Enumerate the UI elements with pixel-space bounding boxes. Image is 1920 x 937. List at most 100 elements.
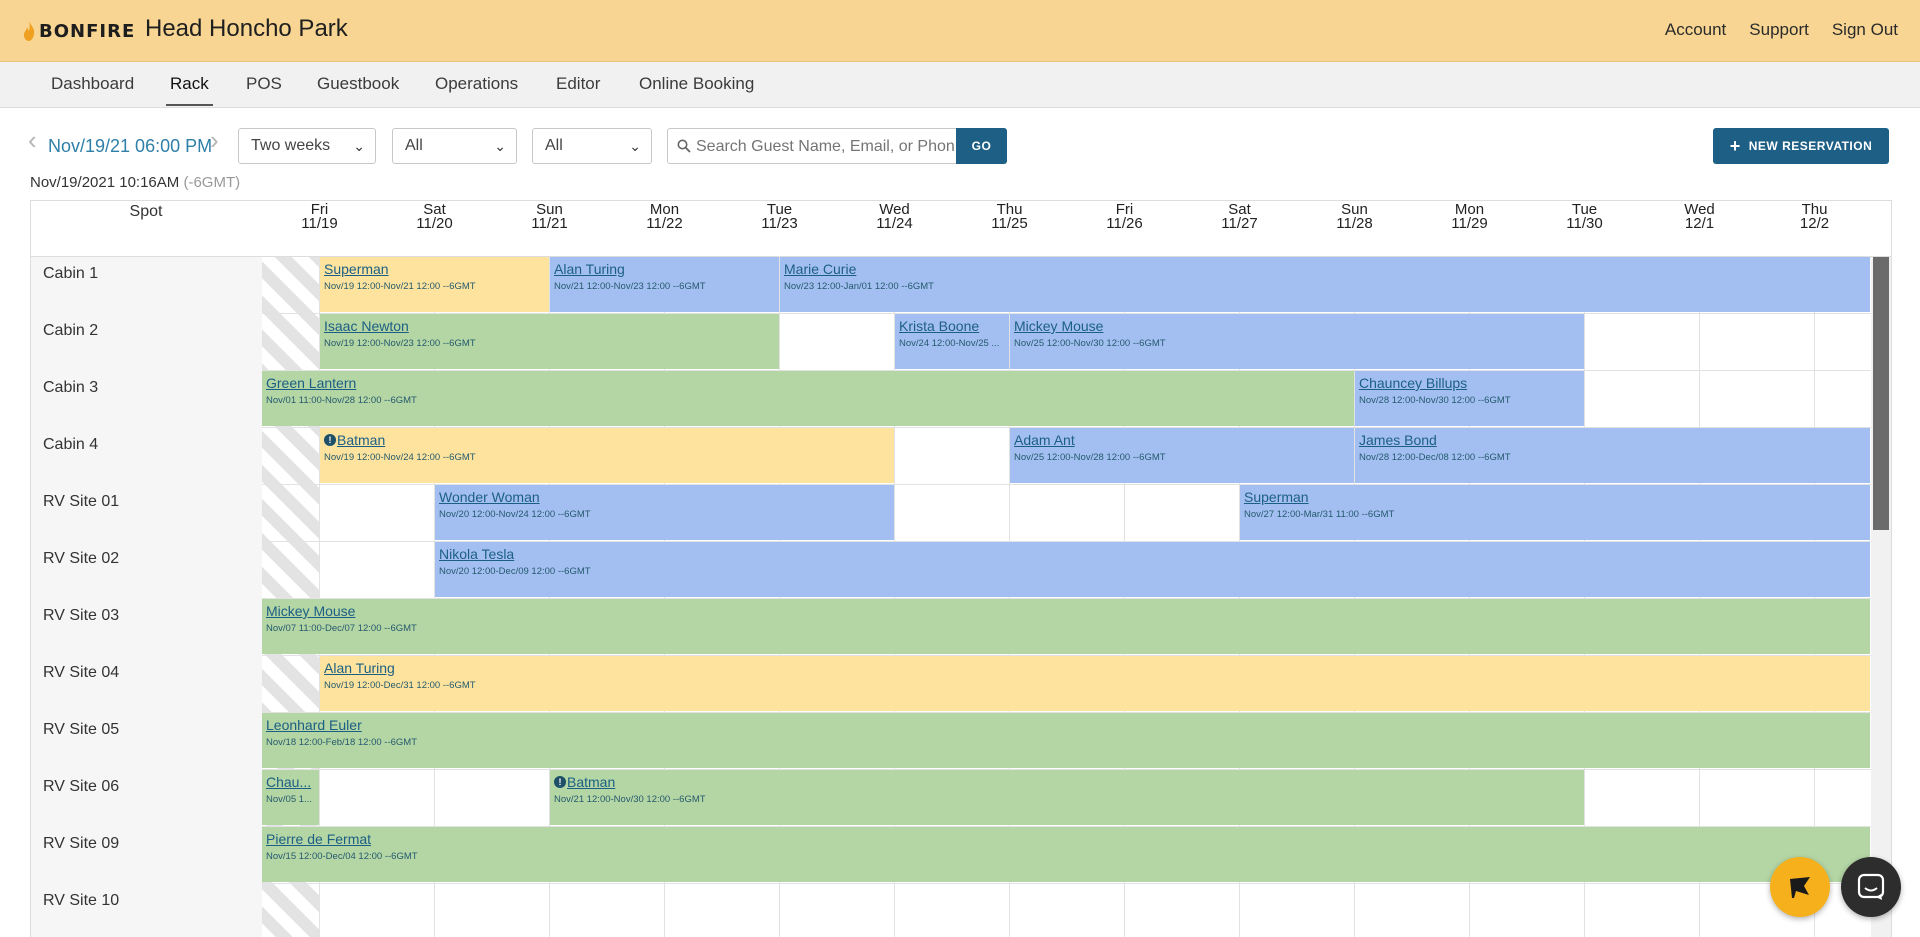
reservation-block[interactable]: Mickey Mouse Nov/25 12:00-Nov/30 12:00 --… — [1010, 314, 1584, 369]
current-time: Nov/19/2021 10:16AM (-6GMT) — [30, 174, 240, 191]
reservation-guest-name[interactable]: Leonhard Euler — [266, 717, 1866, 733]
chat-button[interactable] — [1841, 857, 1901, 917]
reservation-block[interactable]: Isaac Newton Nov/19 12:00-Nov/23 12:00 --… — [320, 314, 779, 369]
reservation-block[interactable]: Green Lantern Nov/01 11:00-Nov/28 12:00 -… — [262, 371, 1354, 426]
range-select-value: Two weeks — [251, 137, 331, 154]
chevron-down-icon: ⌄ — [353, 138, 365, 154]
spot-label[interactable]: Cabin 4 — [43, 436, 98, 454]
reservation-guest-name[interactable]: Isaac Newton — [324, 318, 775, 334]
reservation-dates: Nov/20 12:00-Nov/24 12:00 --6GMT — [439, 509, 591, 520]
reservation-block[interactable]: Mickey Mouse Nov/07 11:00-Dec/07 12:00 --… — [262, 599, 1870, 654]
spot-column: Cabin 1 Cabin 2 Cabin 3 Cabin 4 RV Site 01 RV… — [31, 257, 262, 937]
reservation-block[interactable]: Adam Ant Nov/25 12:00-Nov/28 12:00 --6GMT — [1010, 428, 1354, 483]
reservation-guest-name[interactable]: Chau... — [266, 774, 315, 790]
reservation-guest-name[interactable]: Nikola Tesla — [439, 546, 1866, 562]
tab-dashboard[interactable]: Dashboard — [51, 74, 134, 94]
guest-name-text: Mickey Mouse — [266, 603, 356, 619]
tab-editor[interactable]: Editor — [556, 74, 600, 94]
filter-select-1[interactable]: All ⌄ — [392, 128, 517, 164]
reservation-guest-name[interactable]: Marie Curie — [784, 261, 1866, 277]
bonfire-logo[interactable]: BONFIRE — [22, 18, 135, 44]
spot-label[interactable]: Cabin 1 — [43, 265, 98, 283]
spot-label[interactable]: RV Site 03 — [43, 607, 119, 625]
feedback-flag-button[interactable] — [1770, 857, 1830, 917]
reservation-guest-name[interactable]: Alan Turing — [324, 660, 1866, 676]
reservation-dates: Nov/25 12:00-Nov/28 12:00 --6GMT — [1014, 452, 1166, 463]
tab-operations[interactable]: Operations — [435, 74, 518, 94]
guest-name-text: Chau... — [266, 774, 312, 790]
search-input[interactable] — [694, 135, 956, 159]
spot-label[interactable]: RV Site 01 — [43, 493, 119, 511]
spot-label[interactable]: RV Site 09 — [43, 835, 119, 853]
current-time-value: Nov/19/2021 10:16AM — [30, 174, 180, 191]
sign-out-link[interactable]: Sign Out — [1832, 20, 1898, 40]
reservation-block[interactable]: Superman Nov/27 12:00-Mar/31 11:00 --6GMT — [1240, 485, 1870, 540]
reservation-dates: Nov/07 11:00-Dec/07 12:00 --6GMT — [266, 623, 417, 634]
park-title: Head Honcho Park — [145, 15, 348, 42]
tab-pos[interactable]: POS — [246, 74, 282, 94]
reservation-guest-name[interactable]: Chauncey Billups — [1359, 375, 1580, 391]
spot-label[interactable]: Cabin 2 — [43, 322, 98, 340]
reservation-guest-name[interactable]: Mickey Mouse — [266, 603, 1866, 619]
reservation-block[interactable]: Superman Nov/19 12:00-Nov/21 12:00 --6GMT — [320, 257, 549, 312]
reservation-block[interactable]: ! Batman Nov/21 12:00-Nov/30 12:00 --6GMT — [550, 770, 1584, 825]
spot-column-header: Spot — [129, 203, 163, 220]
day-header: Sat 11/27 — [1182, 202, 1297, 231]
reservation-guest-name[interactable]: Mickey Mouse — [1014, 318, 1580, 334]
day-header: Sat 11/20 — [377, 202, 492, 231]
reservation-block[interactable]: ! Batman Nov/19 12:00-Nov/24 12:00 --6GMT — [320, 428, 894, 483]
spot-label[interactable]: RV Site 04 — [43, 664, 119, 682]
main-nav: Dashboard Rack POS Guestbook Operations … — [0, 62, 1920, 108]
reservation-guest-name[interactable]: Krista Boone — [899, 318, 1005, 334]
tab-online-booking[interactable]: Online Booking — [639, 74, 754, 94]
reservation-guest-name[interactable]: Adam Ant — [1014, 432, 1350, 448]
reservation-block[interactable]: James Bond Nov/28 12:00-Dec/08 12:00 --6G… — [1355, 428, 1870, 483]
day-header: Tue 11/30 — [1527, 202, 1642, 231]
account-link[interactable]: Account — [1665, 20, 1726, 40]
reservation-block[interactable]: Alan Turing Nov/19 12:00-Dec/31 12:00 --6… — [320, 656, 1870, 711]
reservation-dates: Nov/28 12:00-Dec/08 12:00 --6GMT — [1359, 452, 1511, 463]
reservation-block[interactable]: Marie Curie Nov/23 12:00-Jan/01 12:00 --6… — [780, 257, 1870, 312]
spot-label[interactable]: RV Site 05 — [43, 721, 119, 739]
spot-label[interactable]: RV Site 02 — [43, 550, 119, 568]
current-date-link[interactable]: Nov/19/21 06:00 PM — [48, 136, 212, 157]
timezone-label: (-6GMT) — [183, 174, 241, 191]
reservation-block[interactable]: Krista Boone Nov/24 12:00-Nov/25 ... — [895, 314, 1009, 369]
tab-rack[interactable]: Rack — [166, 74, 213, 106]
reservation-block[interactable]: Leonhard Euler Nov/18 12:00-Feb/18 12:00 … — [262, 713, 1870, 768]
spot-label[interactable]: RV Site 06 — [43, 778, 119, 796]
reservation-dates: Nov/20 12:00-Dec/09 12:00 --6GMT — [439, 566, 591, 577]
guest-name-text: Isaac Newton — [324, 318, 409, 334]
day-header: Fri 11/26 — [1067, 202, 1182, 231]
go-button[interactable]: GO — [956, 128, 1007, 164]
new-reservation-button[interactable]: + NEW RESERVATION — [1713, 128, 1889, 164]
support-link[interactable]: Support — [1749, 20, 1809, 40]
reservation-block[interactable]: Nikola Tesla Nov/20 12:00-Dec/09 12:00 --… — [435, 542, 1870, 597]
reservation-guest-name[interactable]: Alan Turing — [554, 261, 775, 277]
day-header: Fri 11/19 — [262, 202, 377, 231]
next-date-arrow-icon[interactable]: › — [210, 127, 219, 153]
reservation-block[interactable]: Wonder Woman Nov/20 12:00-Nov/24 12:00 --… — [435, 485, 894, 540]
reservation-guest-name[interactable]: ! Batman — [554, 774, 1580, 790]
reservation-guest-name[interactable]: ! Batman — [324, 432, 890, 448]
filter-select-2[interactable]: All ⌄ — [532, 128, 652, 164]
reservation-dates: Nov/28 12:00-Nov/30 12:00 --6GMT — [1359, 395, 1511, 406]
reservation-guest-name[interactable]: Wonder Woman — [439, 489, 890, 505]
reservation-dates: Nov/21 12:00-Nov/23 12:00 --6GMT — [554, 281, 706, 292]
reservation-block[interactable]: Chauncey Billups Nov/28 12:00-Nov/30 12:0… — [1355, 371, 1584, 426]
reservation-guest-name[interactable]: Pierre de Fermat — [266, 831, 1866, 847]
reservation-guest-name[interactable]: James Bond — [1359, 432, 1866, 448]
prev-date-arrow-icon[interactable]: ‹ — [28, 127, 37, 153]
range-select[interactable]: Two weeks ⌄ — [238, 128, 376, 164]
spot-label[interactable]: Cabin 3 — [43, 379, 98, 397]
reservation-guest-name[interactable]: Green Lantern — [266, 375, 1350, 391]
reservation-block[interactable]: Alan Turing Nov/21 12:00-Nov/23 12:00 --6… — [550, 257, 779, 312]
reservation-guest-name[interactable]: Superman — [324, 261, 545, 277]
reservation-block[interactable]: Chau... Nov/05 1... — [262, 770, 319, 825]
reservation-block[interactable]: Pierre de Fermat Nov/15 12:00-Dec/04 12:0… — [262, 827, 1870, 882]
scrollbar-thumb[interactable] — [1873, 257, 1889, 530]
tab-guestbook[interactable]: Guestbook — [317, 74, 399, 94]
vertical-scrollbar[interactable] — [1871, 257, 1891, 937]
spot-label[interactable]: RV Site 10 — [43, 892, 119, 910]
reservation-guest-name[interactable]: Superman — [1244, 489, 1866, 505]
